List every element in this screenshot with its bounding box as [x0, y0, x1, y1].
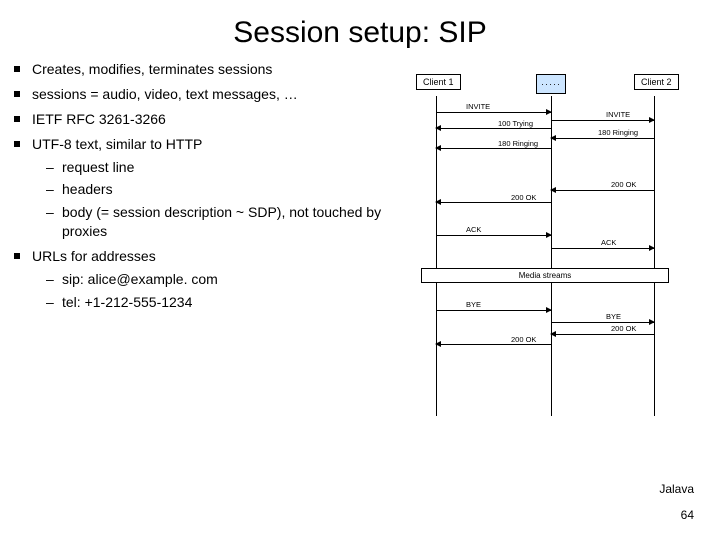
msg-trying: 100 Trying: [498, 119, 533, 128]
lifeline-client1: [436, 96, 437, 416]
client2-box: Client 2: [634, 74, 679, 90]
page-number: 64: [681, 508, 694, 522]
arrow: [436, 235, 551, 236]
sub-item: headers: [32, 180, 394, 199]
client1-box: Client 1: [416, 74, 461, 90]
msg-ringing: 180 Ringing: [498, 139, 538, 148]
msg-invite: INVITE: [466, 102, 490, 111]
msg-ack: ACK: [466, 225, 481, 234]
msg-ringing: 180 Ringing: [598, 128, 638, 137]
bullet-item: UTF-8 text, similar to HTTP request line…: [14, 135, 394, 241]
lifeline-client2: [654, 96, 655, 416]
bullet-list: Creates, modifies, terminates sessions s…: [14, 60, 394, 440]
bullet-item: Creates, modifies, terminates sessions: [14, 60, 394, 79]
arrow: [551, 248, 654, 249]
bullet-item: URLs for addresses sip: alice@example. c…: [14, 247, 394, 312]
bullet-text: URLs for addresses: [32, 248, 156, 264]
sequence-diagram: Client 1 ····· Client 2 INVITE INVITE 10…: [406, 60, 706, 440]
bullet-item: IETF RFC 3261-3266: [14, 110, 394, 129]
sub-item: sip: alice@example. com: [32, 270, 394, 289]
arrow: [436, 148, 551, 149]
arrow: [551, 334, 654, 335]
arrow: [436, 128, 551, 129]
msg-bye: BYE: [606, 312, 621, 321]
msg-invite: INVITE: [606, 110, 630, 119]
msg-ok: 200 OK: [611, 324, 636, 333]
msg-ok: 200 OK: [511, 193, 536, 202]
arrow: [436, 344, 551, 345]
msg-ok: 200 OK: [511, 335, 536, 344]
arrow: [551, 322, 654, 323]
arrow: [551, 120, 654, 121]
media-streams-box: Media streams: [421, 268, 669, 283]
bullet-item: sessions = audio, video, text messages, …: [14, 85, 394, 104]
footer-author: Jalava: [659, 482, 694, 496]
arrow: [551, 138, 654, 139]
sub-item: tel: +1-212-555-1234: [32, 293, 394, 312]
sub-item: body (= session description ~ SDP), not …: [32, 203, 394, 241]
arrow: [436, 202, 551, 203]
arrow: [436, 310, 551, 311]
arrow: [551, 190, 654, 191]
page-title: Session setup: SIP: [0, 0, 720, 60]
msg-ack: ACK: [601, 238, 616, 247]
sub-item: request line: [32, 158, 394, 177]
msg-ok: 200 OK: [611, 180, 636, 189]
lifeline-proxy: [551, 96, 552, 416]
content-area: Creates, modifies, terminates sessions s…: [0, 60, 720, 440]
proxy-box: ·····: [536, 74, 566, 94]
bullet-text: UTF-8 text, similar to HTTP: [32, 136, 202, 152]
msg-bye: BYE: [466, 300, 481, 309]
arrow: [436, 112, 551, 113]
